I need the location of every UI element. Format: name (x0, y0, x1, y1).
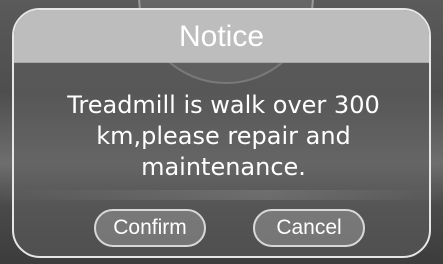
cancel-button[interactable]: Cancel (253, 209, 365, 247)
message-line-2: km,please repair and (96, 122, 351, 150)
dialog-title: Notice (178, 20, 265, 53)
message-line-3: maintenance. (141, 153, 306, 181)
notice-dialog: Notice Treadmill is walk over 300 km,ple… (12, 8, 431, 258)
dialog-message: Treadmill is walk over 300 km,please rep… (34, 90, 413, 183)
dialog-header: Notice (14, 10, 429, 63)
screen-background: Notice Treadmill is walk over 300 km,ple… (0, 0, 443, 264)
confirm-button[interactable]: Confirm (94, 209, 206, 247)
message-line-1: Treadmill is walk over 300 (67, 91, 380, 119)
